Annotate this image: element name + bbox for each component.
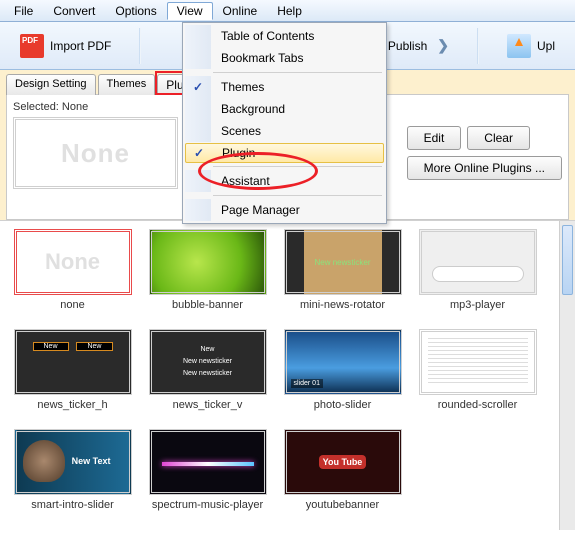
chevron-right-icon: ❯ xyxy=(437,37,449,54)
plugin-thumb-photo-slider[interactable] xyxy=(284,329,402,395)
list-item: smart-intro-slider xyxy=(10,429,135,511)
list-item: photo-slider xyxy=(280,329,405,411)
menu-item-label: Assistant xyxy=(211,174,270,188)
menu-item-label: Table of Contents xyxy=(211,29,314,43)
menu-item-scenes[interactable]: Scenes xyxy=(185,120,384,142)
menu-convert[interactable]: Convert xyxy=(43,2,105,20)
plugin-caption: youtubebanner xyxy=(306,499,379,511)
none-thumb-text: None xyxy=(45,249,100,275)
list-item: mp3-player xyxy=(415,229,540,311)
plugin-caption: spectrum-music-player xyxy=(152,499,263,511)
plugin-caption: mp3-player xyxy=(450,299,505,311)
plugin-caption: news_ticker_h xyxy=(37,399,107,411)
list-item: rounded-scroller xyxy=(415,329,540,411)
toolbar-separator xyxy=(477,28,479,64)
menu-item-label: Page Manager xyxy=(211,203,300,217)
list-item: news_ticker_h xyxy=(10,329,135,411)
menu-file[interactable]: File xyxy=(4,2,43,20)
check-icon: ✓ xyxy=(194,146,204,160)
check-icon: ✓ xyxy=(193,80,203,94)
plugin-caption: rounded-scroller xyxy=(438,399,517,411)
menu-item-label: Plugin xyxy=(212,146,255,160)
plugin-thumb-news-ticker-v[interactable] xyxy=(149,329,267,395)
menu-view[interactable]: View xyxy=(167,2,213,20)
publish-label: Publish xyxy=(388,39,427,53)
pdf-icon xyxy=(20,34,44,58)
plugin-thumb-news-ticker-h[interactable] xyxy=(14,329,132,395)
menu-separator xyxy=(213,166,382,167)
plugin-thumb-smart-intro-slider[interactable] xyxy=(14,429,132,495)
menu-options[interactable]: Options xyxy=(105,2,166,20)
more-online-plugins-button[interactable]: More Online Plugins ... xyxy=(407,156,562,180)
plugin-grid: None none bubble-banner mini-news-rotato… xyxy=(10,229,569,511)
menu-item-page-manager[interactable]: Page Manager xyxy=(185,199,384,221)
menu-item-themes[interactable]: ✓ Themes xyxy=(185,76,384,98)
upload-icon xyxy=(507,34,531,58)
upload-label: Upl xyxy=(537,39,555,53)
list-item: spectrum-music-player xyxy=(145,429,270,511)
preview-none-text: None xyxy=(61,138,130,169)
menu-online[interactable]: Online xyxy=(213,2,268,20)
clear-button[interactable]: Clear xyxy=(467,126,530,150)
menu-item-label: Themes xyxy=(211,80,264,94)
view-menu-dropdown: Table of Contents Bookmark Tabs ✓Themes … xyxy=(182,22,387,224)
scrollbar-thumb[interactable] xyxy=(562,225,573,295)
plugin-thumb-none[interactable]: None xyxy=(14,229,132,295)
tab-design-setting[interactable]: Design Setting xyxy=(6,74,96,95)
toolbar-separator xyxy=(139,28,141,64)
list-item: news_ticker_v xyxy=(145,329,270,411)
import-pdf-button[interactable]: Import PDF xyxy=(10,29,121,63)
tab-themes[interactable]: Themes xyxy=(98,74,156,95)
menu-item-label: Bookmark Tabs xyxy=(211,51,303,65)
upload-button[interactable]: Upl xyxy=(497,29,565,63)
menu-bar: File Convert Options View Online Help xyxy=(0,0,575,22)
menu-item-plugin[interactable]: ✓ Plugin xyxy=(185,143,384,163)
selection-preview: None xyxy=(13,117,178,189)
list-item: None none xyxy=(10,229,135,311)
menu-help[interactable]: Help xyxy=(267,2,312,20)
menu-item-assistant[interactable]: Assistant xyxy=(185,170,384,192)
plugin-caption: bubble-banner xyxy=(172,299,243,311)
plugin-caption: photo-slider xyxy=(314,399,371,411)
plugin-grid-wrap: None none bubble-banner mini-news-rotato… xyxy=(0,220,575,530)
edit-button[interactable]: Edit xyxy=(407,126,462,150)
plugin-thumb-youtubebanner[interactable] xyxy=(284,429,402,495)
plugin-thumb-bubble-banner[interactable] xyxy=(149,229,267,295)
menu-item-label: Scenes xyxy=(211,124,261,138)
plugin-caption: mini-news-rotator xyxy=(300,299,385,311)
menu-item-background[interactable]: Background xyxy=(185,98,384,120)
list-item: mini-news-rotator xyxy=(280,229,405,311)
list-item: youtubebanner xyxy=(280,429,405,511)
menu-separator xyxy=(213,72,382,73)
menu-item-toc[interactable]: Table of Contents xyxy=(185,25,384,47)
plugin-thumb-mp3-player[interactable] xyxy=(419,229,537,295)
list-item: bubble-banner xyxy=(145,229,270,311)
plugin-caption: smart-intro-slider xyxy=(31,499,114,511)
plugin-caption: none xyxy=(60,299,84,311)
plugin-thumb-mini-news-rotator[interactable] xyxy=(284,229,402,295)
plugin-thumb-rounded-scroller[interactable] xyxy=(419,329,537,395)
plugin-thumb-spectrum-music-player[interactable] xyxy=(149,429,267,495)
plugin-caption: news_ticker_v xyxy=(173,399,243,411)
menu-item-bookmark-tabs[interactable]: Bookmark Tabs xyxy=(185,47,384,69)
menu-item-label: Background xyxy=(211,102,285,116)
vertical-scrollbar[interactable] xyxy=(559,221,575,530)
import-pdf-label: Import PDF xyxy=(50,39,111,53)
menu-separator xyxy=(213,195,382,196)
